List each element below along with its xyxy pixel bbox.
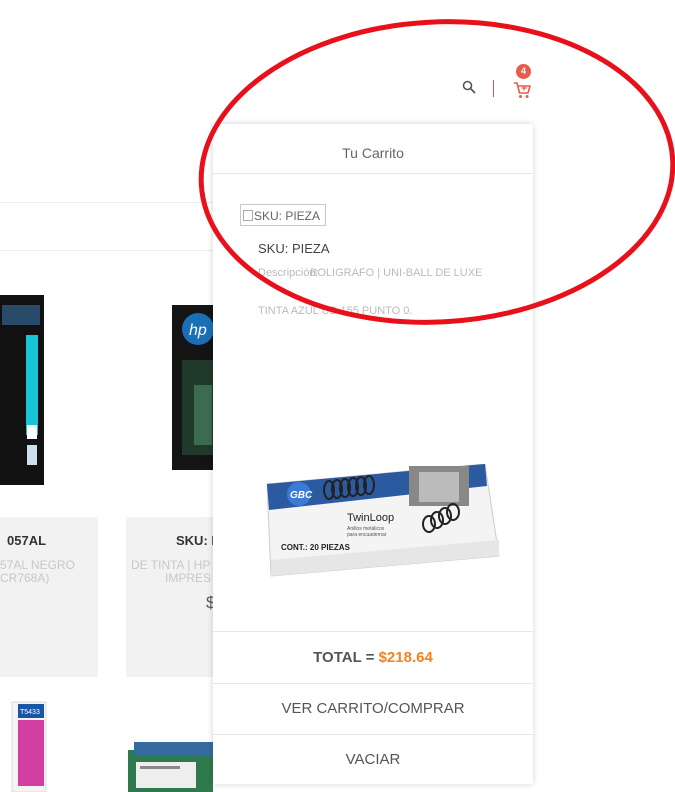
cart-total: TOTAL = $218.64	[213, 649, 533, 666]
product-image[interactable]	[0, 750, 40, 792]
cart-count-badge: 4	[516, 64, 531, 79]
product-image[interactable]: hp	[172, 305, 213, 470]
cart-dropdown: Tu Carrito SKU: PIEZA SKU: PIEZA Descrip…	[213, 124, 533, 784]
cart-item-image-alt: SKU: PIEZA	[254, 209, 321, 223]
svg-text:hp: hp	[189, 322, 207, 339]
header-divider	[493, 80, 494, 97]
svg-text:T5433: T5433	[20, 709, 40, 716]
total-value: $218.64	[378, 649, 433, 666]
search-icon[interactable]	[462, 80, 476, 94]
divider	[213, 173, 533, 174]
product-sku: SKU: I	[176, 533, 215, 548]
cart-item-image[interactable]: GBC TwinLoop Anillos metálicos para encu…	[259, 464, 504, 579]
product-name: TwinLoop	[347, 512, 394, 524]
bg-divider	[0, 250, 213, 251]
view-cart-button[interactable]: VER CARRITO/COMPRAR	[213, 700, 533, 717]
product-content: CONT.: 20 PIEZAS	[281, 543, 351, 552]
product-desc: CR768A)	[0, 571, 50, 585]
product-subtitle: para encuadernar	[347, 532, 387, 538]
cart-item-desc: BOLIGRAFO | UNI-BALL DE LUXE	[310, 267, 483, 279]
product-desc: 57AL NEGRO	[0, 558, 75, 572]
product-desc: IMPRES	[165, 571, 212, 585]
product-image[interactable]	[128, 742, 213, 792]
bg-divider	[0, 202, 213, 203]
divider	[213, 683, 533, 684]
brand-logo: GBC	[290, 490, 313, 501]
cart-title: Tu Carrito	[342, 145, 404, 161]
divider	[213, 734, 533, 735]
total-label: TOTAL =	[313, 649, 379, 666]
cart-item-desc: TINTA AZUL UB-155 PUNTO 0.	[258, 305, 413, 317]
cart-item-image[interactable]: SKU: PIEZA	[240, 204, 326, 226]
product-image[interactable]	[0, 295, 45, 485]
divider	[213, 631, 533, 632]
product-sku: 057AL	[7, 533, 47, 548]
broken-image-icon	[243, 210, 253, 221]
product-desc: DE TINTA | HP	[131, 558, 211, 572]
cart-item-sku: SKU: PIEZA	[258, 241, 330, 256]
cart-icon[interactable]	[512, 80, 532, 100]
empty-cart-button[interactable]: VACIAR	[213, 751, 533, 768]
